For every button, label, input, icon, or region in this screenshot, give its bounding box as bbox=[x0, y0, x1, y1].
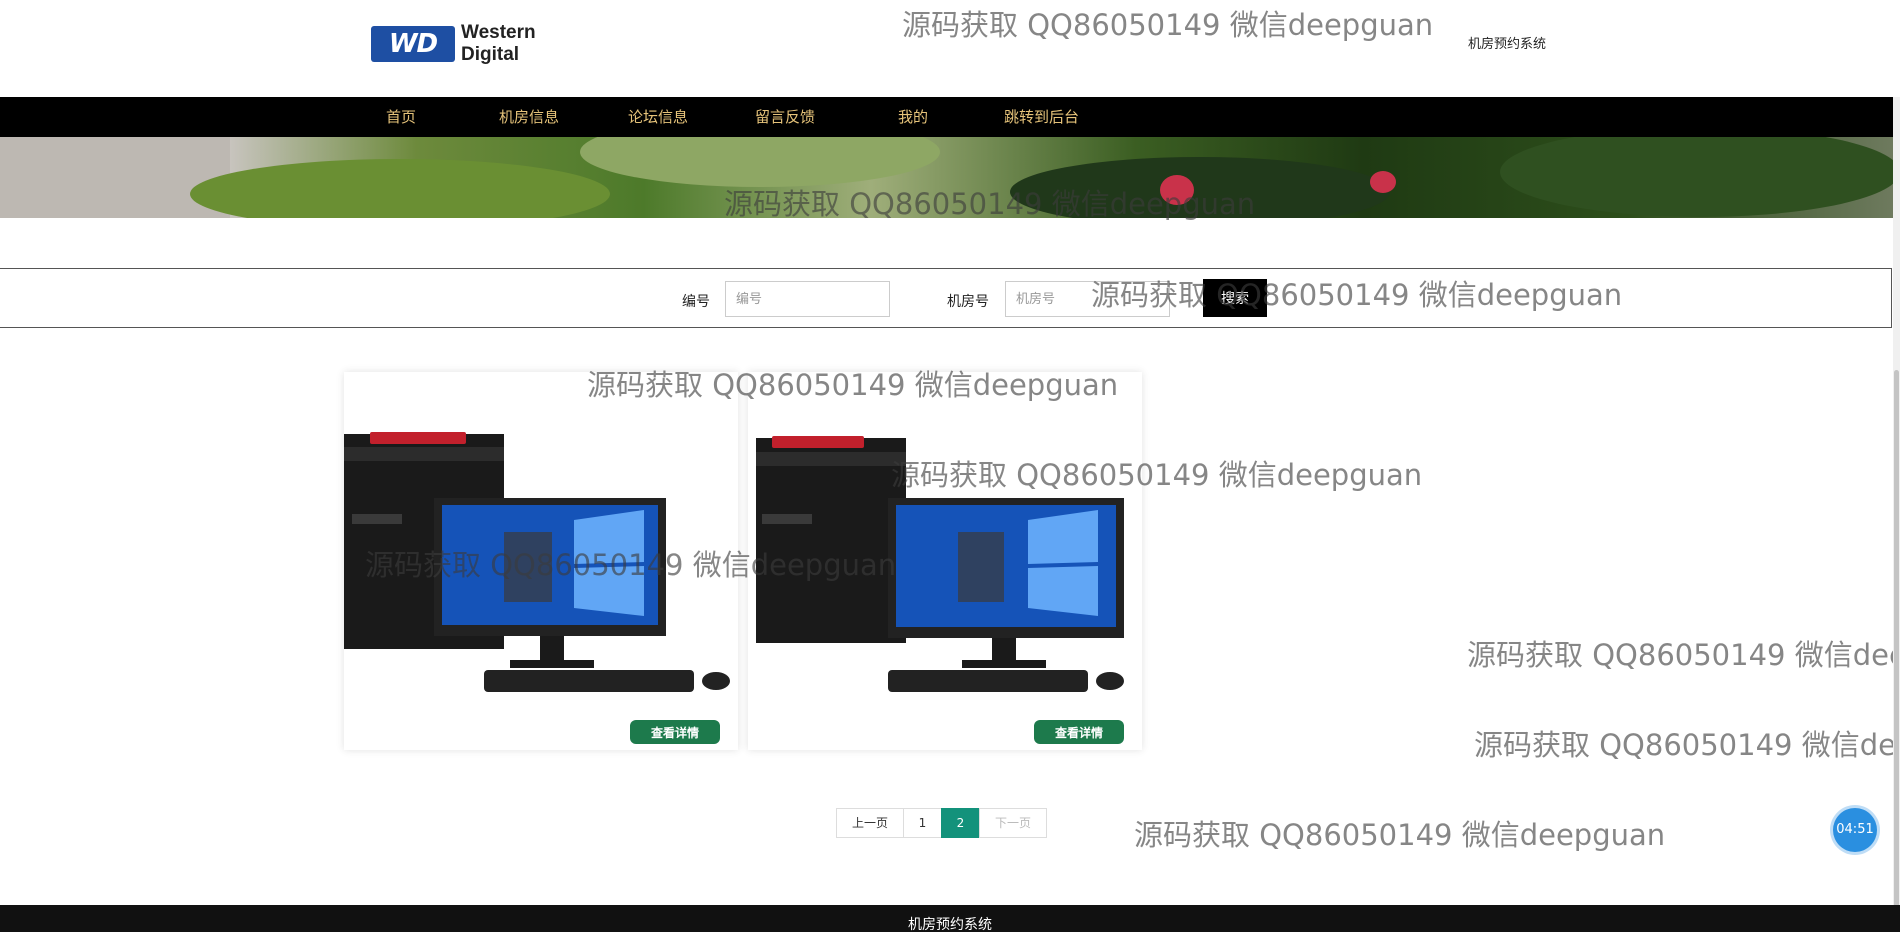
banner-leaves-2 bbox=[1500, 137, 1893, 217]
banner-flower-2 bbox=[1370, 171, 1396, 193]
view-details-button[interactable]: 查看详情 bbox=[630, 720, 720, 744]
logo-line-1: Western bbox=[461, 22, 536, 43]
pagination-page-1[interactable]: 1 bbox=[903, 808, 942, 838]
room-card[interactable]: 查看详情 bbox=[748, 372, 1142, 750]
nav-item-admin[interactable]: 跳转到后台 bbox=[1004, 97, 1079, 137]
header: WD Western Digital 机房预约系统 bbox=[0, 0, 1900, 97]
watermark: 源码获取 QQ86050149 微信deepguan bbox=[1467, 638, 1900, 672]
banner-pavement bbox=[0, 137, 230, 218]
banner-hedge bbox=[190, 159, 610, 218]
banner-leaves bbox=[1010, 157, 1390, 218]
logo-mark: WD bbox=[371, 26, 455, 62]
nav-item-mine[interactable]: 我的 bbox=[898, 97, 928, 137]
logo-line-2: Digital bbox=[461, 44, 520, 65]
pagination-next[interactable]: 下一页 bbox=[979, 808, 1047, 838]
computer-image bbox=[344, 432, 730, 692]
search-input-room[interactable] bbox=[1005, 281, 1170, 317]
brand-logo[interactable]: WD Western Digital bbox=[371, 22, 561, 66]
site-title: 机房预约系统 bbox=[1468, 37, 1547, 52]
logo-wordmark: Western Digital bbox=[461, 22, 536, 66]
computer-image bbox=[756, 436, 1124, 692]
search-bar bbox=[0, 268, 1892, 328]
scrollbar-thumb[interactable] bbox=[1894, 370, 1899, 932]
footer-title: 机房预约系统 bbox=[908, 917, 992, 932]
search-button[interactable]: 搜索 bbox=[1203, 279, 1267, 317]
view-details-button[interactable]: 查看详情 bbox=[1034, 720, 1124, 744]
pagination-page-2[interactable]: 2 bbox=[941, 808, 980, 838]
search-input-number[interactable] bbox=[725, 281, 890, 317]
banner-flower bbox=[1160, 175, 1194, 205]
banner-image bbox=[0, 137, 1893, 218]
main-nav: 首页 机房信息 论坛信息 留言反馈 我的 跳转到后台 bbox=[0, 97, 1900, 137]
pagination-prev[interactable]: 上一页 bbox=[836, 808, 904, 838]
room-card[interactable]: 查看详情 bbox=[344, 372, 738, 750]
timer-badge[interactable]: 04:51 bbox=[1833, 808, 1877, 852]
nav-item-feedback[interactable]: 留言反馈 bbox=[755, 97, 815, 137]
footer: 机房预约系统 bbox=[0, 905, 1900, 932]
search-label-room: 机房号 bbox=[947, 294, 989, 310]
watermark: 源码获取 QQ86050149 微信deepguan bbox=[1134, 818, 1666, 852]
nav-item-room-info[interactable]: 机房信息 bbox=[499, 97, 559, 137]
nav-item-forum[interactable]: 论坛信息 bbox=[628, 97, 688, 137]
nav-item-home[interactable]: 首页 bbox=[386, 97, 416, 137]
banner-hedge-2 bbox=[580, 137, 940, 187]
watermark: 源码获取 QQ86050149 微信deepguan bbox=[1474, 728, 1900, 762]
search-label-number: 编号 bbox=[682, 294, 710, 310]
